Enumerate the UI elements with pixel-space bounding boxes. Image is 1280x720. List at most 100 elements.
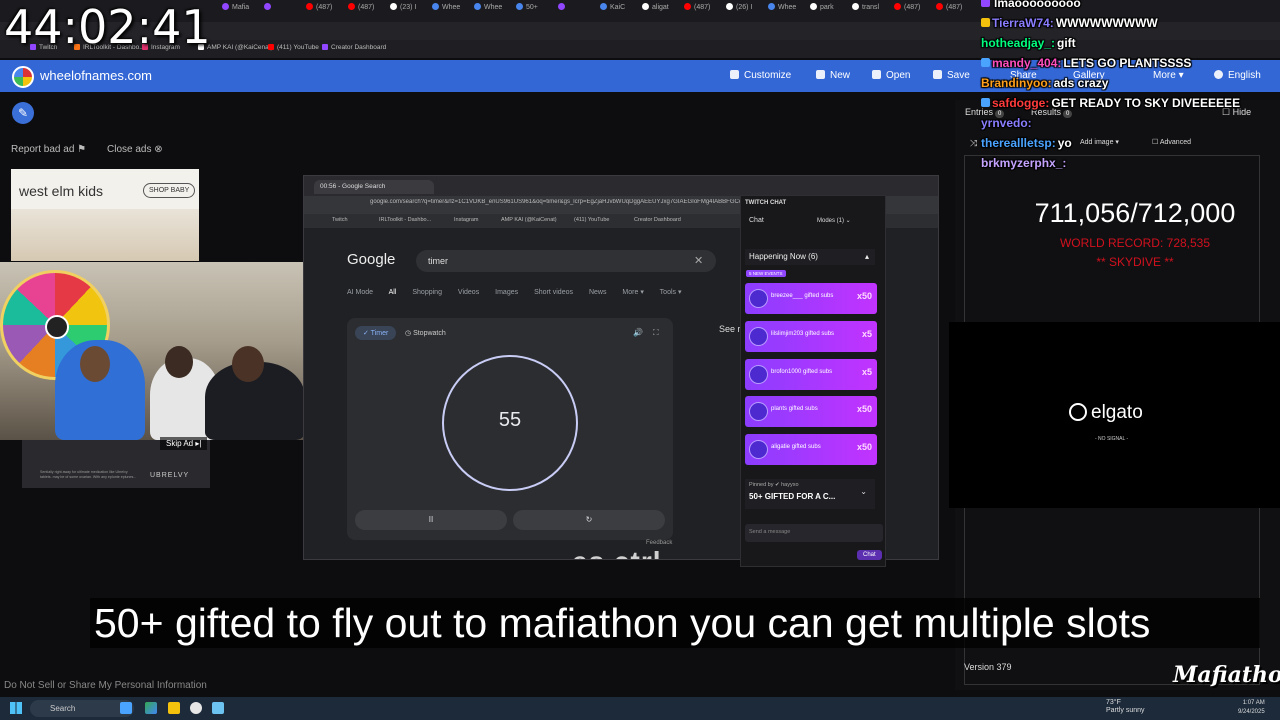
edit-pencil-icon[interactable]: ✎ — [12, 102, 34, 124]
tab-label: 50+ — [526, 4, 538, 11]
save-menu[interactable]: Save — [933, 70, 970, 81]
skip-ad-button[interactable]: Skip Ad ▸| — [160, 437, 208, 450]
gift-event[interactable]: breezee___ gifted subs x50 — [745, 283, 877, 314]
do-not-sell-link[interactable]: Do Not Sell or Share My Personal Informa… — [4, 680, 207, 691]
twitch-chat-title: TWITCH CHAT — [745, 200, 787, 206]
browser-tab[interactable] — [264, 3, 304, 19]
browser-tab[interactable]: Whee — [474, 3, 514, 19]
browser-tab[interactable]: Whee — [768, 3, 808, 19]
search-tab-ai-mode[interactable]: AI Mode — [347, 289, 373, 296]
search-tab-short-videos[interactable]: Short videos — [534, 289, 573, 296]
happening-now-label: Happening Now (6) — [749, 252, 818, 261]
search-tab-news[interactable]: News — [589, 289, 607, 296]
chat-line: brkmyzerphx_: — [981, 156, 1068, 170]
chat-badge-icon — [981, 18, 990, 27]
browser-tab[interactable]: transl — [852, 3, 892, 19]
stream-chat-overlay: lmaooooooooo TierraW74: WWWWWWWWW hotheadja… — [981, 0, 1280, 190]
inner-bookmark-instagram[interactable]: Instagram — [454, 217, 478, 223]
search-tab-images[interactable]: Images — [495, 289, 518, 296]
taskbar-clock[interactable]: 1:07 AM 9/24/2025 — [1238, 699, 1265, 717]
gift-event[interactable]: lilslimjim203 gifted subs x5 — [745, 321, 877, 352]
inner-url[interactable]: google.com/search?q=timer&rlz=1C1VDKB_en… — [370, 199, 740, 211]
inner-bookmark-youtube[interactable]: (411) YouTube — [574, 217, 609, 223]
stopwatch-tab[interactable]: ◷ Stopwatch — [405, 329, 446, 337]
taskbar-search[interactable]: Search — [30, 700, 134, 717]
close-ads-link[interactable]: Close ads ⊗ — [107, 144, 163, 155]
search-tab-videos[interactable]: Videos — [458, 289, 479, 296]
timer-tab[interactable]: ✓ Timer — [355, 326, 397, 340]
bookmark-label: AMP KAI (@KaiCenat) — [207, 44, 273, 51]
inner-bookmark-ampkai[interactable]: AMP KAI (@KaiCenat) — [501, 217, 557, 223]
bookmark-item[interactable]: (411) YouTube — [268, 44, 319, 51]
open-menu[interactable]: Open — [872, 70, 910, 81]
search-tab-tools[interactable]: Tools ▾ — [660, 289, 682, 296]
taskbar-search-label: Search — [50, 704, 76, 713]
browser-tab[interactable]: Mafia — [222, 3, 262, 19]
chat-line: yrnvedo: — [981, 116, 1034, 130]
browser-tab[interactable]: (487) — [684, 3, 724, 19]
obs-icon[interactable] — [190, 702, 202, 714]
modes-dropdown[interactable]: Modes (1) ⌄ — [817, 217, 851, 224]
search-tab-more[interactable]: More ▾ — [622, 289, 643, 296]
google-search-box[interactable]: timer — [416, 250, 716, 272]
gift-event[interactable]: brofon1000 gifted subs x5 — [745, 359, 877, 390]
app-icon[interactable] — [212, 702, 224, 714]
browser-tab[interactable]: park — [810, 3, 850, 19]
site-name[interactable]: wheelofnames.com — [40, 68, 152, 83]
timer-ring: 55 — [442, 355, 578, 491]
tab-label: (23) I — [400, 4, 417, 11]
open-label: Open — [886, 70, 911, 81]
chat-badge-icon — [981, 0, 990, 7]
cloud-icon[interactable] — [120, 702, 132, 714]
gift-text: breezee___ gifted subs — [771, 293, 834, 299]
shuffle-icon[interactable]: ⤨ — [970, 138, 977, 149]
chat-send-button[interactable]: Chat — [857, 550, 882, 560]
windows-start-icon[interactable] — [10, 702, 22, 714]
browser-tab[interactable]: 50+ — [516, 3, 556, 19]
fullscreen-icon[interactable]: ⛶ — [653, 328, 659, 338]
chrome-icon[interactable] — [145, 702, 157, 714]
google-logo[interactable]: Google — [347, 251, 395, 268]
browser-tab[interactable]: Whee — [432, 3, 472, 19]
bookmark-item[interactable]: Creator Dashboard — [322, 44, 386, 51]
taskbar-weather[interactable]: 73°F Partly sunny — [1106, 699, 1145, 715]
gift-count: x5 — [861, 367, 872, 377]
report-bad-ad-label: Report bad ad — [11, 144, 75, 155]
new-menu[interactable]: New — [816, 70, 850, 81]
gift-event[interactable]: plants gifted subs x50 — [745, 396, 877, 427]
happening-now-header[interactable]: Happening Now (6) ▴ — [745, 249, 875, 265]
search-tab-shopping[interactable]: Shopping — [412, 289, 442, 296]
browser-tab[interactable]: KaiC — [600, 3, 640, 19]
chat-username: hotheadjay_: — [981, 36, 1056, 50]
report-bad-ad-link[interactable]: Report bad ad ⚑ — [11, 144, 86, 155]
browser-tab[interactable]: (23) I — [390, 3, 430, 19]
save-icon — [933, 70, 942, 79]
reset-button[interactable]: ↻ — [513, 510, 665, 530]
pause-button[interactable]: II — [355, 510, 507, 530]
tab-label: Whee — [778, 4, 797, 11]
inner-tab[interactable]: 00:56 - Google Search — [314, 180, 434, 194]
wheel-logo-icon[interactable] — [12, 66, 34, 88]
inner-bookmark-twitch[interactable]: Twitch — [332, 217, 348, 223]
browser-tab[interactable]: (487) — [894, 3, 934, 19]
search-tab-all[interactable]: All — [389, 289, 397, 296]
browser-tab[interactable] — [558, 3, 598, 19]
west-elm-ad[interactable]: west elm kids SHOP BABY — [11, 169, 199, 261]
browser-tab[interactable]: (487) — [936, 3, 976, 19]
tab-favicon-icon — [894, 3, 901, 10]
ad-shop-button[interactable]: SHOP BABY — [143, 183, 196, 198]
chat-message-input[interactable]: Send a message — [745, 524, 883, 542]
inner-bookmark-irltoolkit[interactable]: IRLToolkit - Dashbo... — [379, 217, 431, 223]
sound-icon[interactable]: 🔊 — [633, 328, 643, 337]
gift-event[interactable]: aligatie gifted subs x50 — [745, 434, 877, 465]
browser-tab[interactable]: (487) — [348, 3, 388, 19]
pinned-message[interactable]: Pinned by ✔ hayyxo 50+ GIFTED FOR A C...… — [745, 479, 875, 509]
clear-search-icon[interactable]: ✕ — [694, 254, 703, 267]
browser-tab[interactable]: (26) I — [726, 3, 766, 19]
browser-tab[interactable]: aligat — [642, 3, 682, 19]
flag-icon: ⚑ — [77, 144, 87, 155]
browser-tab[interactable]: (487) — [306, 3, 346, 19]
file-explorer-icon[interactable] — [168, 702, 180, 714]
customize-menu[interactable]: Customize — [730, 70, 791, 81]
inner-bookmark-creator[interactable]: Creator Dashboard — [634, 217, 681, 223]
